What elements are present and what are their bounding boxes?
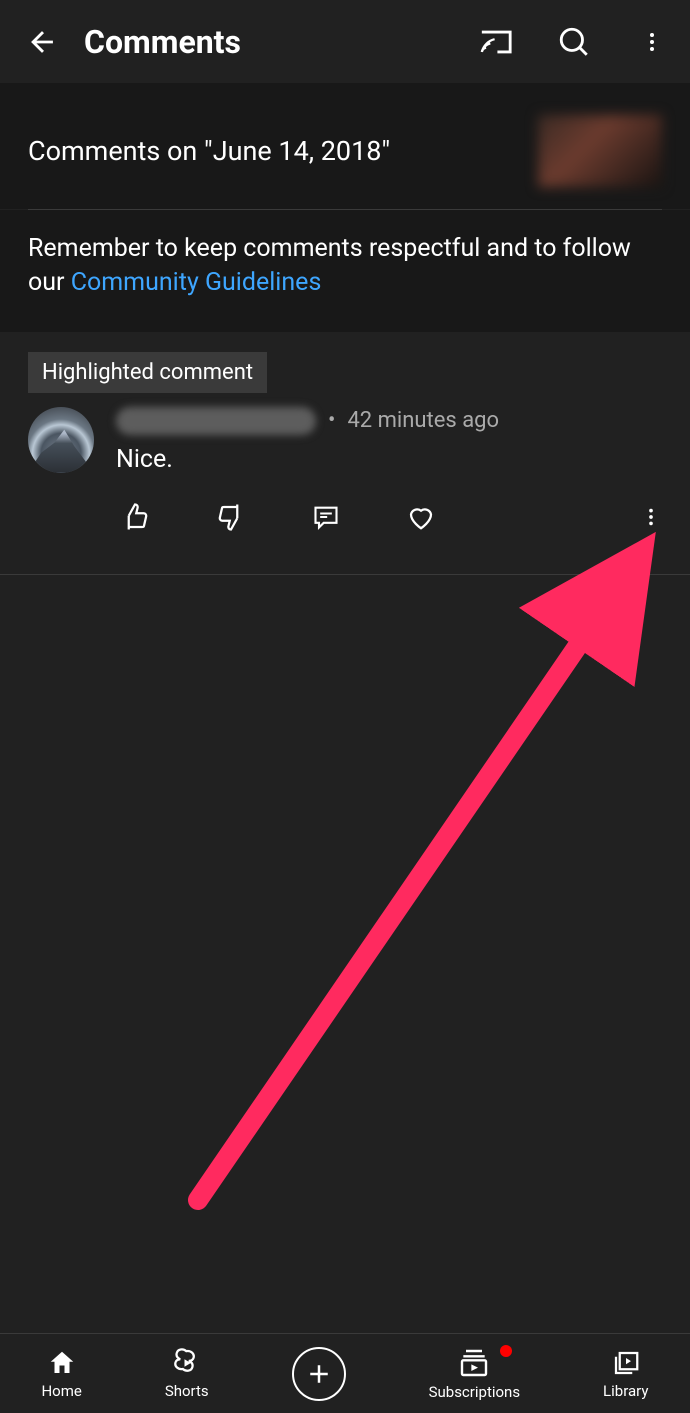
comment-more-button[interactable] [640,506,662,528]
highlighted-comment-badge: Highlighted comment [28,352,267,393]
more-vertical-icon [640,506,662,528]
video-info-row: Comments on "June 14, 2018" [0,83,690,209]
notification-dot [500,1345,512,1357]
reply-button[interactable] [312,503,340,531]
nav-label: Home [41,1382,81,1400]
plus-icon [304,1359,334,1389]
header-actions [476,22,672,62]
nav-create[interactable] [292,1347,346,1401]
comment-author[interactable] [116,407,316,435]
bottom-nav: Home Shorts Subscriptions Library [0,1333,690,1413]
comment-actions [28,502,662,532]
nav-shorts[interactable]: Shorts [165,1348,209,1400]
dislike-button[interactable] [216,502,246,532]
heart-button[interactable] [406,502,436,532]
more-vertical-icon [640,30,664,54]
cast-icon [479,27,513,57]
empty-space [0,575,690,1334]
more-button[interactable] [632,22,672,62]
guidelines-notice: Remember to keep comments respectful and… [0,210,690,332]
avatar[interactable] [28,407,94,473]
video-title: June 14, 2018 [213,135,382,167]
back-button[interactable] [18,22,68,62]
nav-subscriptions[interactable]: Subscriptions [429,1347,520,1401]
community-guidelines-link[interactable]: Community Guidelines [71,268,322,297]
comment-item: • 42 minutes ago Nice. [0,407,690,552]
arrow-left-icon [26,25,60,59]
cast-button[interactable] [476,22,516,62]
home-icon [47,1348,77,1378]
comment-text: Nice. [116,445,662,474]
like-button[interactable] [120,502,150,532]
subscriptions-icon [458,1347,490,1379]
comments-on-suffix: " [381,135,390,167]
search-button[interactable] [554,22,594,62]
page-title: Comments [84,23,476,61]
library-icon [611,1348,641,1378]
search-icon [557,25,591,59]
app-header: Comments [0,0,690,83]
nav-label: Shorts [165,1382,209,1400]
heart-icon [406,502,436,532]
video-thumbnail[interactable] [538,115,662,187]
nav-library[interactable]: Library [603,1348,648,1400]
nav-label: Library [603,1382,648,1400]
thumbs-up-icon [120,502,150,532]
comments-on-prefix: Comments on " [28,135,213,167]
create-button[interactable] [292,1347,346,1401]
shorts-icon [172,1348,202,1378]
comment-timestamp: 42 minutes ago [347,408,499,433]
comments-list: Highlighted comment • 42 minutes ago Nic… [0,332,690,575]
nav-label: Subscriptions [429,1383,520,1401]
nav-home[interactable]: Home [41,1348,81,1400]
meta-separator: • [328,408,335,433]
thumbs-down-icon [216,502,246,532]
comment-meta: • 42 minutes ago [116,407,662,435]
comment-icon [312,503,340,531]
comments-on-text: Comments on "June 14, 2018" [28,135,538,167]
